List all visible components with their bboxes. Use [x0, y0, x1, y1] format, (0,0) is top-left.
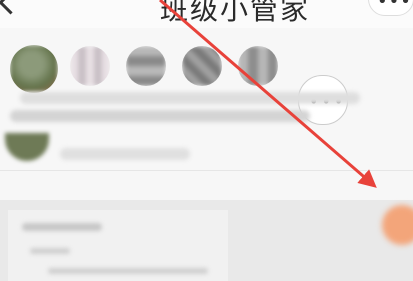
- annotation-arrow-line: [159, 0, 377, 188]
- annotation-arrow: [159, 0, 377, 188]
